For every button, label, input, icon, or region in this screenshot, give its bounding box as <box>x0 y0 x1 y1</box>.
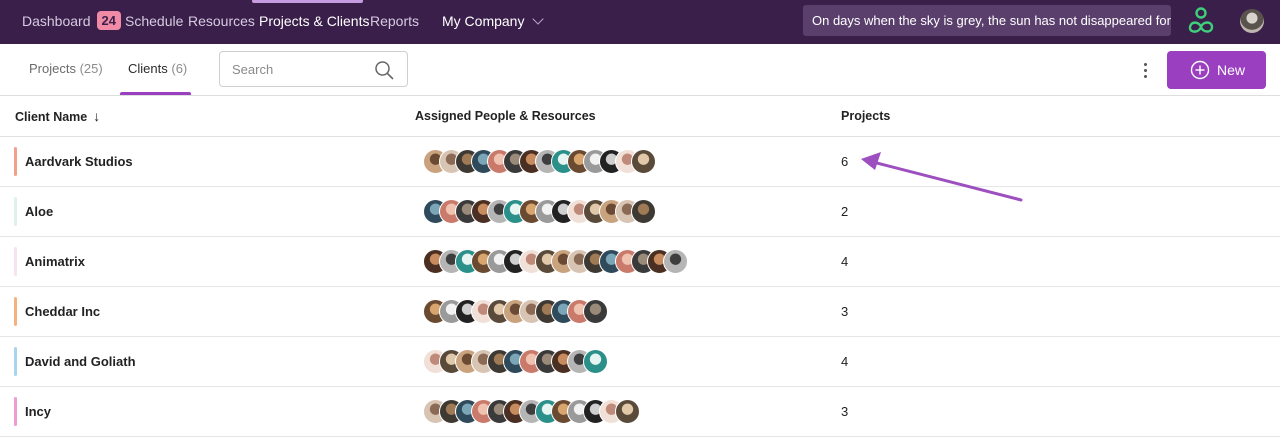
client-color-bar <box>14 147 17 176</box>
assigned-avatars[interactable] <box>423 399 640 425</box>
table-header: Client Name ↓ Assigned People & Resources… <box>0 96 1280 137</box>
nav-dashboard[interactable]: Dashboard 24 <box>22 0 121 44</box>
person-avatar[interactable] <box>663 249 688 274</box>
assigned-avatars[interactable] <box>423 149 656 175</box>
search-icon[interactable] <box>374 60 394 80</box>
tab-projects-count: (25) <box>79 61 103 76</box>
top-nav: Dashboard 24 Schedule Resources Projects … <box>0 0 1280 44</box>
client-color-bar <box>14 297 17 326</box>
person-avatar[interactable] <box>615 399 640 424</box>
client-name[interactable]: David and Goliath <box>25 337 136 386</box>
sort-arrow-icon: ↓ <box>93 108 101 124</box>
assigned-avatars[interactable] <box>423 349 608 375</box>
table-row[interactable]: Cheddar Inc 3 <box>0 287 1280 337</box>
client-name[interactable]: Aloe <box>25 187 53 236</box>
header-client-name-label: Client Name <box>15 110 88 124</box>
client-name[interactable]: Cheddar Inc <box>25 287 100 336</box>
header-client-name[interactable]: Client Name ↓ <box>15 96 100 137</box>
projects-count: 6 <box>841 154 849 169</box>
person-avatar[interactable] <box>631 149 656 174</box>
assigned-avatars[interactable] <box>423 199 656 225</box>
tab-clients-count: (6) <box>171 61 188 76</box>
new-button-label: New <box>1217 62 1246 78</box>
table-row[interactable]: Incy 3 <box>0 387 1280 437</box>
tab-clients-label: Clients <box>128 61 168 76</box>
header-projects: Projects <box>841 109 891 123</box>
tab-clients[interactable]: Clients (6) <box>128 44 187 95</box>
person-avatar[interactable] <box>583 299 608 324</box>
active-tab-indicator <box>120 92 191 95</box>
search-input[interactable] <box>232 52 372 86</box>
client-color-bar <box>14 247 17 276</box>
tab-projects-label: Projects <box>29 61 76 76</box>
client-color-bar <box>14 397 17 426</box>
tab-projects[interactable]: Projects (25) <box>29 44 103 95</box>
table-row[interactable]: Aardvark Studios 6 <box>0 137 1280 187</box>
clients-table: Client Name ↓ Assigned People & Resources… <box>0 96 1280 437</box>
dashboard-badge: 24 <box>96 11 121 30</box>
person-avatar[interactable] <box>583 349 608 374</box>
client-color-bar <box>14 347 17 376</box>
motivational-quote: On days when the sky is grey, the sun ha… <box>803 5 1171 36</box>
plus-circle-icon <box>1190 60 1210 80</box>
assigned-avatars[interactable] <box>423 249 688 275</box>
projects-count: 3 <box>841 304 849 319</box>
projects-count: 3 <box>841 404 849 419</box>
table-row[interactable]: David and Goliath 4 <box>0 337 1280 387</box>
header-assigned: Assigned People & Resources <box>415 109 596 123</box>
client-name[interactable]: Animatrix <box>25 237 85 286</box>
nav-resources[interactable]: Resources <box>188 0 255 44</box>
assigned-avatars[interactable] <box>423 299 608 325</box>
person-avatar[interactable] <box>631 199 656 224</box>
client-color-bar <box>14 197 17 226</box>
user-avatar[interactable] <box>1240 9 1264 33</box>
nav-reports[interactable]: Reports <box>370 0 419 44</box>
nav-dashboard-label: Dashboard <box>22 13 91 29</box>
projects-count: 4 <box>841 354 849 369</box>
client-name[interactable]: Incy <box>25 387 51 436</box>
annotation-arrow-icon <box>861 152 1023 202</box>
company-switcher[interactable]: My Company <box>442 0 545 44</box>
nav-projects-clients[interactable]: Projects & Clients <box>259 0 369 44</box>
app-logo-icon[interactable] <box>1186 6 1216 36</box>
chevron-down-icon <box>532 13 545 25</box>
projects-count: 2 <box>841 204 849 219</box>
table-row[interactable]: Aloe 2 <box>0 187 1280 237</box>
sub-header: Projects (25) Clients (6) New <box>0 44 1280 96</box>
table-row[interactable]: Animatrix 4 <box>0 237 1280 287</box>
nav-schedule[interactable]: Schedule <box>125 0 183 44</box>
new-button[interactable]: New <box>1167 51 1266 89</box>
projects-count: 4 <box>841 254 849 269</box>
more-options-icon[interactable] <box>1136 58 1156 82</box>
client-name[interactable]: Aardvark Studios <box>25 137 133 186</box>
search-box <box>219 51 408 87</box>
company-name: My Company <box>442 13 525 29</box>
